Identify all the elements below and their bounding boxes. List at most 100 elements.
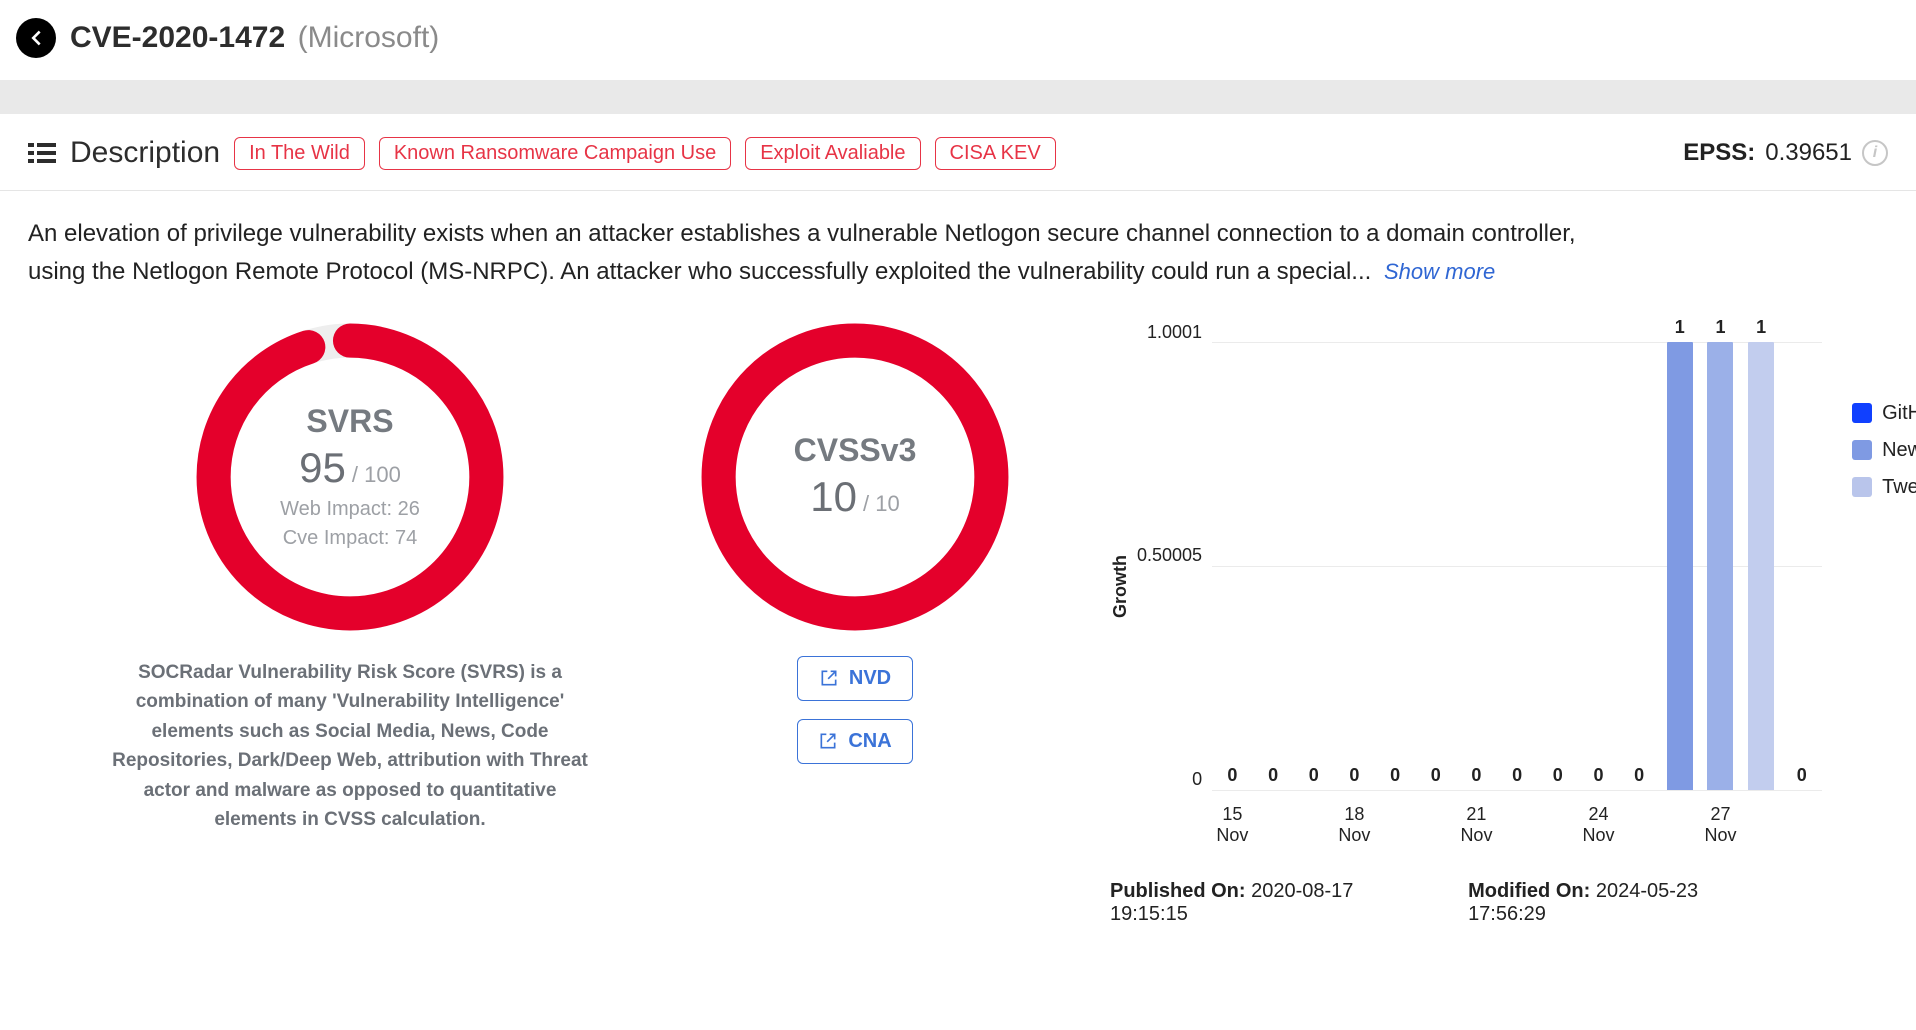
bar <box>1748 342 1774 790</box>
svrs-cve-impact-value: 74 <box>395 527 417 549</box>
bar-slot: 0 <box>1212 342 1253 790</box>
svrs-cve-impact-label: Cve Impact: <box>283 527 390 549</box>
tag-in-the-wild[interactable]: In The Wild <box>234 137 365 170</box>
back-button[interactable] <box>16 18 56 58</box>
external-link-icon <box>818 731 838 751</box>
legend-label: Tweets <box>1882 476 1916 499</box>
page-title-wrap: CVE-2020-1472 (Microsoft) <box>70 21 439 55</box>
bar-slot: 0 <box>1375 342 1416 790</box>
description-text: An elevation of privilege vulnerability … <box>28 220 1576 285</box>
bar-value-label: 0 <box>1797 765 1807 786</box>
svrs-caption: SOCRadar Vulnerability Risk Score (SVRS)… <box>100 658 600 835</box>
y-tick: 0 <box>1137 769 1202 790</box>
cve-vendor: (Microsoft) <box>298 21 440 54</box>
svrs-web-impact: Web Impact: 26 <box>280 498 420 521</box>
epss-score: EPSS: 0.39651 i <box>1683 139 1888 167</box>
growth-bar-chart: Growth 1.0001 0.50005 0 000000000001110 … <box>1110 322 1916 936</box>
bar-value-label: 0 <box>1390 765 1400 786</box>
epss-label: EPSS: <box>1683 139 1755 167</box>
legend-swatch <box>1852 403 1872 423</box>
arrow-left-icon <box>25 27 47 49</box>
x-tick <box>1293 790 1334 852</box>
svrs-web-impact-label: Web Impact: <box>280 498 392 520</box>
separator-strip <box>0 80 1916 114</box>
bar-value-label: 0 <box>1227 765 1237 786</box>
bar-value-label: 0 <box>1268 765 1278 786</box>
y-tick: 0.50005 <box>1137 545 1202 566</box>
x-tick <box>1659 790 1700 852</box>
svrs-title: SVRS <box>306 403 393 440</box>
legend-label: News <box>1882 439 1916 462</box>
legend-item-github: GitHub <box>1852 402 1916 425</box>
bar-value-label: 0 <box>1431 765 1441 786</box>
y-tick: 1.0001 <box>1137 322 1202 343</box>
bar-slot: 1 <box>1741 342 1782 790</box>
description-text-block: An elevation of privilege vulnerability … <box>0 191 1620 302</box>
svrs-gauge: SVRS 95 / 100 Web Impact: 26 Cve Impact:… <box>195 322 505 632</box>
modified-on: Modified On: 2024-05-23 17:56:29 <box>1468 880 1765 926</box>
bar-slot: 0 <box>1334 342 1375 790</box>
bar-value-label: 0 <box>1309 765 1319 786</box>
bar-slot: 0 <box>1415 342 1456 790</box>
nvd-link-button[interactable]: NVD <box>797 656 913 701</box>
info-icon[interactable]: i <box>1862 140 1888 166</box>
plot-area: 000000000001110 15 Nov 18 Nov 21 Nov 24 Nov… <box>1212 322 1822 852</box>
x-tick <box>1537 790 1578 852</box>
cvss-gauge-column: CVSSv3 10 / 10 NVD CNA <box>700 322 1010 764</box>
x-tick <box>1497 790 1538 852</box>
bar-value-label: 1 <box>1756 317 1766 338</box>
header-bar: CVE-2020-1472 (Microsoft) <box>0 0 1916 80</box>
cvss-gauge: CVSSv3 10 / 10 <box>700 322 1010 632</box>
svrs-score: 95 <box>299 444 346 492</box>
bar-value-label: 0 <box>1349 765 1359 786</box>
bar-value-label: 0 <box>1553 765 1563 786</box>
bar-slot: 0 <box>1293 342 1334 790</box>
modified-label: Modified On: <box>1468 880 1590 902</box>
meta-dates-row: Published On: 2020-08-17 19:15:15 Modifi… <box>1110 852 1916 936</box>
bar-slot: 0 <box>1497 342 1538 790</box>
x-tick: 21 Nov <box>1456 790 1497 852</box>
x-tick <box>1781 790 1822 852</box>
x-tick: 27 Nov <box>1700 790 1741 852</box>
bar-slot: 0 <box>1253 342 1294 790</box>
legend-item-news: News <box>1852 439 1916 462</box>
bar-slot: 0 <box>1456 342 1497 790</box>
nvd-link-label: NVD <box>849 667 891 690</box>
legend-swatch <box>1852 477 1872 497</box>
bar-value-label: 1 <box>1675 317 1685 338</box>
tag-ransomware[interactable]: Known Ransomware Campaign Use <box>379 137 731 170</box>
svrs-gauge-column: SVRS 95 / 100 Web Impact: 26 Cve Impact:… <box>100 322 600 835</box>
bars-container: 000000000001110 <box>1212 342 1822 790</box>
x-tick <box>1375 790 1416 852</box>
y-axis-title: Growth <box>1110 555 1131 618</box>
x-tick: 15 Nov <box>1212 790 1253 852</box>
x-tick: 24 Nov <box>1578 790 1619 852</box>
epss-value: 0.39651 <box>1765 139 1852 167</box>
bar-slot: 0 <box>1537 342 1578 790</box>
x-tick: 18 Nov <box>1334 790 1375 852</box>
svrs-cve-impact: Cve Impact: 74 <box>283 527 418 550</box>
cna-link-button[interactable]: CNA <box>797 719 913 764</box>
cna-link-label: CNA <box>848 730 891 753</box>
cvss-score: 10 <box>810 473 857 521</box>
x-axis-ticks: 15 Nov 18 Nov 21 Nov 24 Nov 27 Nov <box>1212 790 1822 852</box>
charts-row: SVRS 95 / 100 Web Impact: 26 Cve Impact:… <box>0 302 1916 936</box>
cve-id: CVE-2020-1472 <box>70 21 285 54</box>
tag-exploit[interactable]: Exploit Avaliable <box>745 137 920 170</box>
legend-swatch <box>1852 440 1872 460</box>
svrs-web-impact-value: 26 <box>398 498 420 520</box>
show-more-link[interactable]: Show more <box>1384 259 1495 284</box>
tag-cisa-kev[interactable]: CISA KEV <box>935 137 1056 170</box>
legend-label: GitHub <box>1882 402 1916 425</box>
legend-item-tweets: Tweets <box>1852 476 1916 499</box>
external-link-icon <box>819 668 839 688</box>
bar-slot: 0 <box>1781 342 1822 790</box>
svrs-score-max: / 100 <box>352 462 401 488</box>
bar-slot: 0 <box>1619 342 1660 790</box>
chart-legend: GitHub News Tweets <box>1852 402 1916 499</box>
bar <box>1707 342 1733 790</box>
bar <box>1667 342 1693 790</box>
description-header-row: Description In The Wild Known Ransomware… <box>0 114 1916 191</box>
bar-value-label: 0 <box>1593 765 1603 786</box>
x-tick <box>1253 790 1294 852</box>
